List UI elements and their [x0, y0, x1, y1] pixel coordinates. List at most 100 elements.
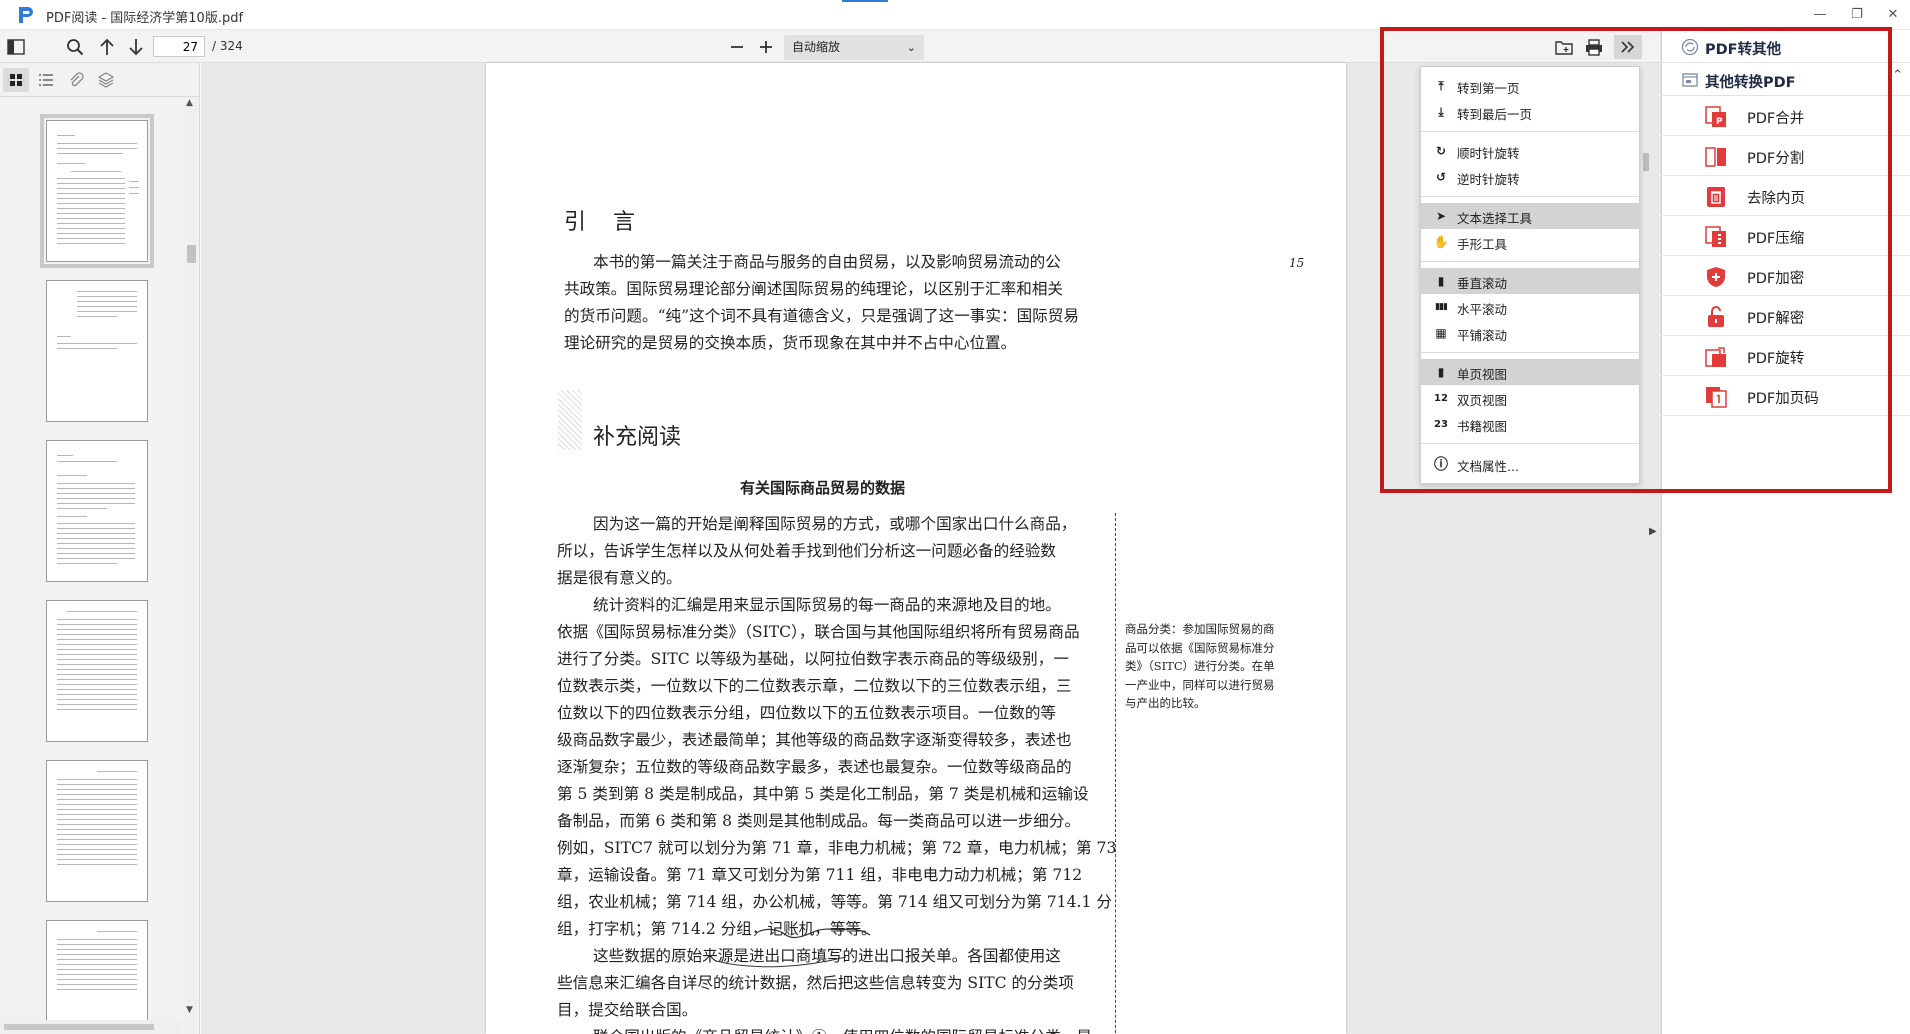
pdf-encrypt-icon — [1707, 267, 1725, 287]
chevron-up-icon[interactable]: ⌃ — [1892, 68, 1903, 83]
search-icon[interactable] — [63, 35, 87, 59]
document-convert-icon — [1682, 73, 1698, 87]
close-button[interactable]: ✕ — [1878, 4, 1908, 26]
remove-pages-icon — [1707, 187, 1725, 207]
double-page-icon: 12 — [1434, 392, 1448, 404]
menu-separator — [1421, 261, 1639, 262]
tool-pdf-rotate[interactable]: PDF旋转 — [1661, 336, 1910, 376]
menu-item-label: 单页视图 — [1457, 367, 1508, 382]
menu-item-wrapped-scroll[interactable]: ▦ 平铺滚动 — [1421, 320, 1639, 346]
tool-label: PDF解密 — [1747, 311, 1805, 327]
page-thumbnail[interactable] — [46, 440, 148, 582]
section-pdf-to-other[interactable]: PDF转其他 — [1661, 30, 1910, 63]
menu-item-text-select-tool[interactable]: ➤ 文本选择工具 — [1421, 203, 1639, 229]
section-label: 其他转换PDF — [1705, 75, 1796, 91]
pdf-merge-icon: P — [1705, 106, 1726, 127]
page-number: 15 — [1289, 256, 1305, 270]
sidebar-horizontal-scrollbar[interactable] — [0, 1020, 182, 1034]
zoom-select[interactable]: 自动缩放 ⌄ — [784, 35, 924, 60]
body-line: 所以，告诉学生怎样以及从何处着手找到他们分析这一问题必备的经验数 — [557, 542, 1057, 560]
menu-item-label: 平铺滚动 — [1457, 328, 1508, 343]
menu-item-label: 逆时针旋转 — [1457, 172, 1520, 187]
tool-pdf-decrypt[interactable]: PDF解密 — [1661, 296, 1910, 336]
document-scrollbar[interactable] — [1639, 63, 1653, 1034]
zoom-out-icon[interactable] — [725, 35, 749, 59]
window-title: PDF阅读 - 国际经济学第10版.pdf — [46, 11, 244, 26]
title-accent-bar — [842, 0, 888, 2]
pdf-page[interactable]: 15 引 言 本书的第一篇关注于商品与服务的自由贸易，以及影响贸易流动的公 共政… — [486, 63, 1346, 1034]
menu-item-last-page[interactable]: ⤓ 转到最后一页 — [1421, 99, 1639, 125]
tool-pdf-merge[interactable]: P PDF合并 — [1661, 96, 1910, 136]
thumbnail-list — [0, 97, 182, 1034]
page-thumbnail[interactable] — [46, 280, 148, 422]
intro-line: 共政策。国际贸易理论部分阐述国际贸易的纯理论，以区别于汇率和相关 — [564, 280, 1064, 298]
rotate-ccw-icon: ↺ — [1435, 170, 1447, 184]
section-other-to-pdf[interactable]: 其他转换PDF ⌃ — [1661, 63, 1910, 96]
attachments-tab-icon[interactable] — [63, 68, 89, 92]
sidebar-scroll-thumb[interactable] — [187, 245, 196, 263]
print-icon[interactable] — [1582, 35, 1606, 59]
tool-label: PDF压缩 — [1747, 231, 1805, 247]
tool-pdf-compress[interactable]: PDF压缩 — [1661, 216, 1910, 256]
restore-button[interactable]: ❐ — [1842, 4, 1872, 26]
thumbnails-tab-icon[interactable] — [3, 68, 29, 92]
body-line: 备制品，而第 6 类和第 8 类则是其他制成品。每一类商品可以进一步细分。 — [557, 812, 1081, 830]
more-tools-icon[interactable] — [1614, 35, 1642, 59]
page-thumbnail[interactable] — [46, 760, 148, 902]
sidebar-tabs — [0, 63, 200, 97]
menu-item-horizontal-scroll[interactable]: ▮▮▮ 水平滚动 — [1421, 294, 1639, 320]
minimize-button[interactable]: — — [1805, 4, 1835, 26]
toggle-sidebar-icon[interactable] — [4, 35, 28, 59]
layers-tab-icon[interactable] — [93, 68, 119, 92]
zoom-in-icon[interactable] — [754, 35, 778, 59]
vertical-scroll-icon: ▮ — [1437, 274, 1445, 288]
intro-line: 理论研究的是贸易的交换本质，货币现象在其中并不占中心位置。 — [564, 334, 1017, 352]
previous-page-icon[interactable] — [95, 35, 119, 59]
menu-item-label: 水平滚动 — [1457, 302, 1508, 317]
menu-item-rotate-cw[interactable]: ↻ 顺时针旋转 — [1421, 138, 1639, 164]
title-bar: PDF阅读 - 国际经济学第10版.pdf — ❐ ✕ — [0, 0, 1910, 30]
sidebar-hscroll-thumb[interactable] — [4, 1024, 154, 1030]
svg-text:P: P — [1716, 117, 1723, 127]
body-line: 统计资料的汇编是用来显示国际贸易的每一商品的来源地及目的地。 — [593, 596, 1061, 614]
scroll-down-arrow-icon[interactable]: ▼ — [186, 1005, 193, 1015]
menu-separator — [1421, 443, 1639, 444]
collapse-panel-arrow-icon[interactable]: ▶ — [1649, 526, 1657, 537]
menu-item-double-page[interactable]: 12 双页视图 — [1421, 385, 1639, 411]
menu-item-rotate-ccw[interactable]: ↺ 逆时针旋转 — [1421, 164, 1639, 190]
document-scroll-thumb[interactable] — [1643, 153, 1649, 171]
next-page-icon[interactable] — [124, 35, 148, 59]
tool-pdf-split[interactable]: PDF分割 — [1661, 136, 1910, 176]
body-line: 联合国出版的《商品贸易统计》①，使用四位数的国际贸易标准分类，是 — [593, 1024, 1092, 1034]
intro-line: 的货币问题。“纯”这个词不具有道德含义，只是强调了这一事实：国际贸易 — [564, 307, 1079, 325]
body-line: 位数以下的四位数表示分组，四位数以下的五位数表示项目。一位数的等 — [557, 704, 1057, 722]
menu-item-document-properties[interactable]: ⓘ 文档属性... — [1421, 451, 1639, 477]
body-line: 目，提交给联合国。 — [557, 1001, 698, 1019]
page-thumbnail[interactable] — [46, 920, 148, 1034]
menu-item-vertical-scroll[interactable]: ▮ 垂直滚动 — [1421, 268, 1639, 294]
scroll-up-arrow-icon[interactable]: ▲ — [186, 98, 193, 108]
page-thumbnail-selected[interactable] — [40, 114, 154, 268]
pdf-rotate-icon — [1705, 347, 1726, 367]
outline-tab-icon[interactable] — [33, 68, 59, 92]
menu-item-first-page[interactable]: ⤒ 转到第一页 — [1421, 73, 1639, 99]
more-tools-menu: ⤒ 转到第一页 ⤓ 转到最后一页 ↻ 顺时针旋转 ↺ 逆时针旋转 ➤ 文本选择工… — [1420, 66, 1640, 484]
body-line: 级商品数字最少，表述最简单；其他等级的商品数字逐渐变得较多，表述也 — [557, 731, 1072, 749]
tool-label: PDF加密 — [1747, 271, 1805, 287]
menu-item-label: 文档属性... — [1457, 459, 1519, 474]
page-thumbnail[interactable] — [46, 600, 148, 742]
tool-label: PDF旋转 — [1747, 351, 1805, 367]
sidebar-scrollbar[interactable]: ▲ ▼ — [184, 97, 198, 1034]
menu-item-label: 双页视图 — [1457, 393, 1508, 408]
tool-pdf-encrypt[interactable]: PDF加密 — [1661, 256, 1910, 296]
tool-remove-pages[interactable]: 去除内页 — [1661, 176, 1910, 216]
menu-item-label: 文本选择工具 — [1457, 211, 1533, 226]
zoom-select-value: 自动缩放 — [792, 40, 841, 54]
total-pages-label: / 324 — [212, 39, 243, 53]
menu-item-single-page[interactable]: ▮ 单页视图 — [1421, 359, 1639, 385]
page-number-input[interactable] — [153, 36, 205, 57]
open-file-icon[interactable] — [1552, 35, 1576, 59]
tool-pdf-page-number[interactable]: PDF加页码 — [1661, 376, 1910, 416]
menu-item-book-view[interactable]: 23 书籍视图 — [1421, 411, 1639, 437]
menu-item-hand-tool[interactable]: ✋ 手形工具 — [1421, 229, 1639, 255]
